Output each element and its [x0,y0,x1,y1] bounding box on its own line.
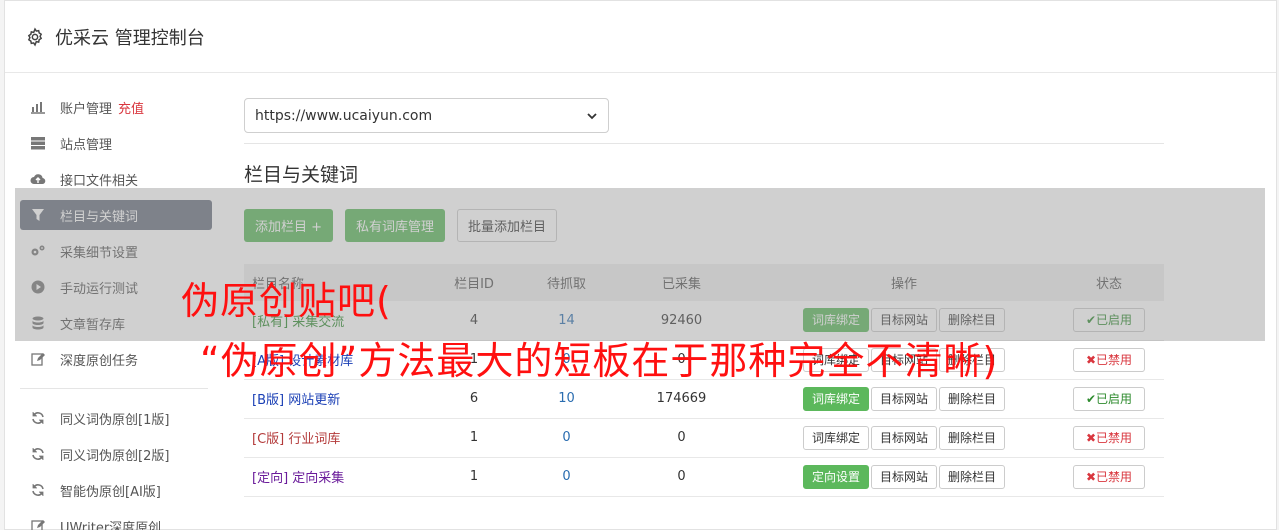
table-row: [定向] 定向采集 1 0 0 定向设置 目标网站 删除栏目 ✖已禁用 [244,457,1164,496]
page-title: 优采云 管理控制台 [55,27,205,49]
sidebar-item-label: 深度原创任务 [60,353,139,369]
lexicon-bind-button[interactable]: 词库绑定 [802,425,869,450]
status-toggle[interactable]: ✖已禁用 [1073,425,1145,450]
delete-column-button[interactable]: 删除栏目 [939,464,1006,489]
cell-status: ✖已禁用 [1054,418,1164,457]
sidebar-item-label: 同义词伪原创[1版] [60,412,170,428]
overlay-text-line2: “伪原创”方法最大的短板在于那种完全不清晰) [200,339,999,383]
cell-collected: 0 [677,430,686,445]
site-select-value: https://www.ucaiyun.com [255,107,433,124]
column-name[interactable]: 行业词库 [288,432,340,447]
sidebar-item-label: 接口文件相关 [60,173,139,189]
sidebar-item-label: UWriter深度原创 [60,520,162,530]
edit-icon [30,518,46,530]
cell-name: [定向] 定向采集 [244,457,424,496]
cell-collected: 0 [677,469,686,484]
status-toggle[interactable]: ✖已禁用 [1073,464,1145,489]
sidebar-item[interactable]: 深度原创任务 [20,344,212,374]
bar-chart-icon [30,99,46,115]
sidebar-item-label: 站点管理 [60,137,113,153]
sidebar-divider [20,388,208,389]
cell-pending[interactable]: 0 [524,418,609,457]
column-tag: [C版] [252,432,285,447]
gear-icon [27,26,43,47]
target-site-button[interactable]: 目标网站 [870,464,937,489]
delete-column-button[interactable]: 删除栏目 [939,425,1006,450]
sidebar-item-label: 智能伪原创[AI版] [60,484,161,500]
cell-id: 1 [469,469,479,484]
cloud-upload-icon [30,171,46,187]
sidebar-item-label: 同义词伪原创[2版] [60,448,170,464]
header: 优采云 管理控制台 [5,1,1276,73]
lexicon-bind-button[interactable]: 词库绑定 [802,386,869,411]
refresh-icon [30,446,46,462]
cell-ops: 词库绑定 目标网站 删除栏目 [754,418,1054,457]
status-toggle[interactable]: ✔已启用 [1073,386,1145,411]
column-tag: [B版] [252,393,285,408]
cell-ops: 定向设置 目标网站 删除栏目 [754,457,1054,496]
cell-pending[interactable]: 0 [524,457,609,496]
divider [244,143,1164,144]
target-site-button[interactable]: 目标网站 [870,386,937,411]
cell-id: 1 [469,430,479,445]
recharge-link[interactable]: 充值 [118,98,144,117]
sidebar-item[interactable]: UWriter深度原创 [20,511,212,530]
site-select[interactable]: https://www.ucaiyun.com [244,98,609,133]
sidebar-item[interactable]: 账户管理 充值 [20,92,212,122]
sidebar-item[interactable]: 智能伪原创[AI版] [20,475,212,505]
table-row: [C版] 行业词库 1 0 0 词库绑定 目标网站 删除栏目 ✖已禁用 [244,418,1164,457]
cell-status: ✖已禁用 [1054,457,1164,496]
sidebar-item[interactable]: 同义词伪原创[2版] [20,439,212,469]
cell-name: [C版] 行业词库 [244,418,424,457]
chevron-down-icon [587,112,597,119]
lexicon-bind-button[interactable]: 定向设置 [802,464,869,489]
target-site-button[interactable]: 目标网站 [870,425,937,450]
overlay-text-line1: 伪原创贴吧( [181,279,392,323]
sidebar-item[interactable]: 同义词伪原创[1版] [20,403,212,433]
status-toggle[interactable]: ✖已禁用 [1073,347,1145,372]
column-tag: [定向] [252,471,289,486]
column-name[interactable]: 定向采集 [292,471,344,486]
cell-status: ✖已禁用 [1054,340,1164,379]
refresh-icon [30,410,46,426]
sidebar-item-label: 账户管理 [60,101,113,117]
column-name[interactable]: 网站更新 [288,393,340,408]
server-icon [30,135,46,151]
refresh-icon [30,482,46,498]
section-title: 栏目与关键词 [244,164,359,186]
cell-status: ✔已启用 [1054,379,1164,418]
delete-column-button[interactable]: 删除栏目 [939,386,1006,411]
sidebar-item[interactable]: 站点管理 [20,128,212,158]
edit-icon [30,351,46,367]
